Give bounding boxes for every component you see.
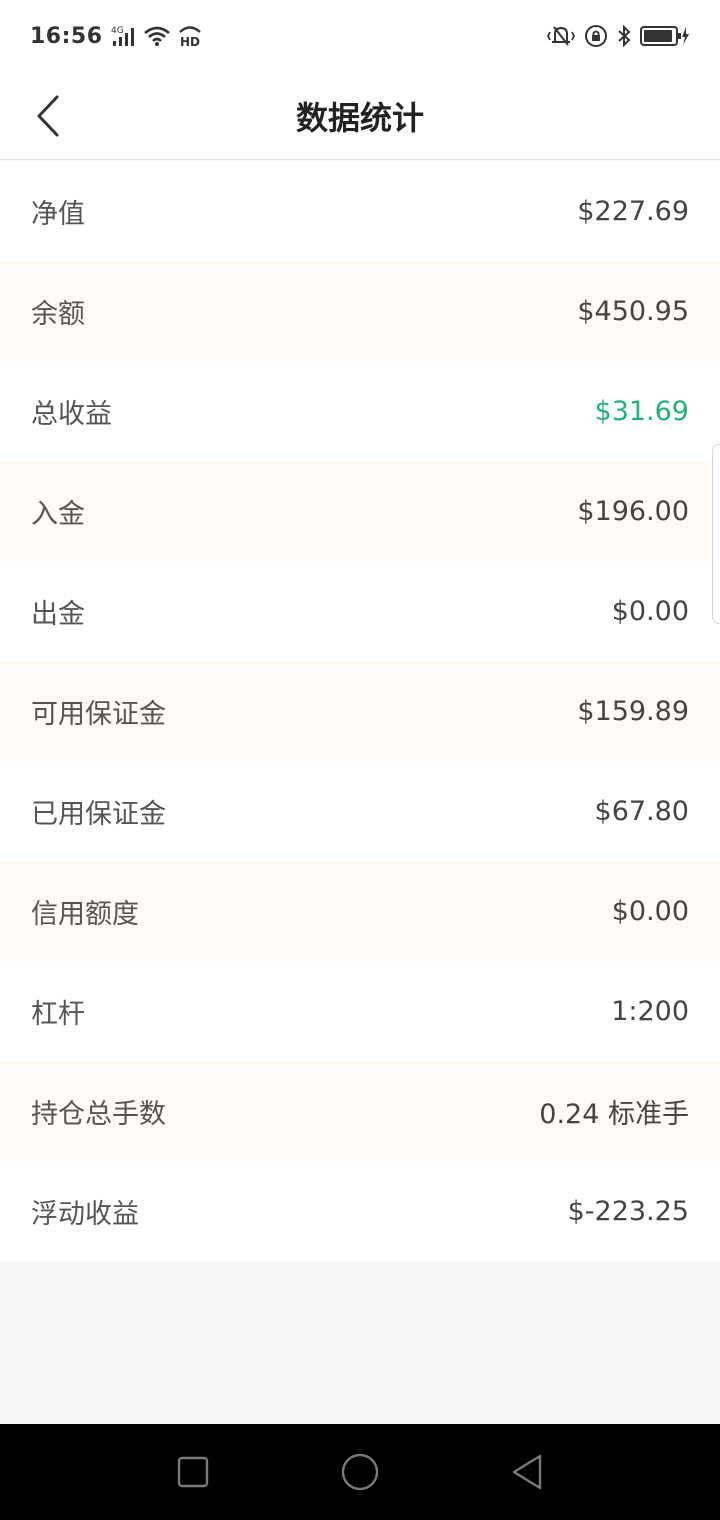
stat-value: 0.24 标准手 xyxy=(539,1098,689,1130)
battery-icon xyxy=(640,24,690,48)
stat-row: 余额 $450.95 xyxy=(0,261,720,361)
navigation-bar xyxy=(0,1424,720,1520)
hd-label: HD xyxy=(180,35,200,48)
triangle-back-icon xyxy=(512,1454,541,1490)
square-icon xyxy=(178,1456,209,1488)
status-right-icons xyxy=(546,24,690,48)
edge-panel-handle[interactable] xyxy=(712,444,720,624)
stat-row: 入金 $196.00 xyxy=(0,461,720,561)
stat-value: $67.80 xyxy=(594,795,689,827)
stat-label: 可用保证金 xyxy=(31,698,166,730)
screen: 16:56 4G HD 数据统计 净值 $227.69 余额 $450.95 总… xyxy=(0,0,720,1520)
system-back-button[interactable] xyxy=(492,1437,562,1507)
page-title: 数据统计 xyxy=(295,99,424,137)
stat-label: 入金 xyxy=(31,498,85,530)
stat-value: $196.00 xyxy=(577,495,689,527)
stat-row: 杠杆 1:200 xyxy=(0,961,720,1061)
status-bar: 16:56 4G HD xyxy=(0,0,720,72)
vibrate-icon xyxy=(546,24,576,48)
hd-call-icon: HD xyxy=(177,24,203,48)
stat-label: 信用额度 xyxy=(31,898,139,930)
stat-label: 出金 xyxy=(31,598,85,630)
stat-label: 余额 xyxy=(31,298,85,330)
stat-row: 出金 $0.00 xyxy=(0,561,720,661)
stat-label: 已用保证金 xyxy=(31,798,166,830)
status-time: 16:56 xyxy=(30,23,103,49)
stat-label: 净值 xyxy=(31,198,85,230)
rotation-lock-icon xyxy=(584,24,608,48)
stat-value: $159.89 xyxy=(577,695,689,727)
header: 数据统计 xyxy=(0,72,720,160)
stat-row: 可用保证金 $159.89 xyxy=(0,661,720,761)
stat-row: 总收益 $31.69 xyxy=(0,361,720,461)
stat-value: $31.69 xyxy=(594,395,689,427)
stat-row: 净值 $227.69 xyxy=(0,161,720,261)
network-label: 4G xyxy=(111,26,124,36)
stat-row: 信用额度 $0.00 xyxy=(0,861,720,961)
bluetooth-icon xyxy=(616,24,632,48)
stat-label: 浮动收益 xyxy=(31,1198,139,1230)
stat-label: 总收益 xyxy=(31,398,112,430)
recent-apps-button[interactable] xyxy=(158,1437,228,1507)
stat-value: 1:200 xyxy=(611,995,689,1027)
stat-value: $0.00 xyxy=(611,895,689,927)
stat-value: $450.95 xyxy=(577,295,689,327)
stat-label: 持仓总手数 xyxy=(31,1098,166,1130)
home-button[interactable] xyxy=(325,1437,395,1507)
wifi-icon xyxy=(143,25,171,47)
stat-label: 杠杆 xyxy=(31,998,85,1030)
stat-value: $0.00 xyxy=(611,595,689,627)
signal-icon: 4G xyxy=(111,24,137,48)
status-left-icons: 4G HD xyxy=(111,24,203,48)
stats-list: 净值 $227.69 余额 $450.95 总收益 $31.69 入金 $196.00 出金 $0… xyxy=(0,161,720,1261)
stat-value: $-223.25 xyxy=(567,1195,689,1227)
stat-row: 持仓总手数 0.24 标准手 xyxy=(0,1061,720,1161)
circle-icon xyxy=(341,1453,379,1491)
stat-value: $227.69 xyxy=(577,195,689,227)
stat-row: 浮动收益 $-223.25 xyxy=(0,1161,720,1261)
stat-row: 已用保证金 $67.80 xyxy=(0,761,720,861)
